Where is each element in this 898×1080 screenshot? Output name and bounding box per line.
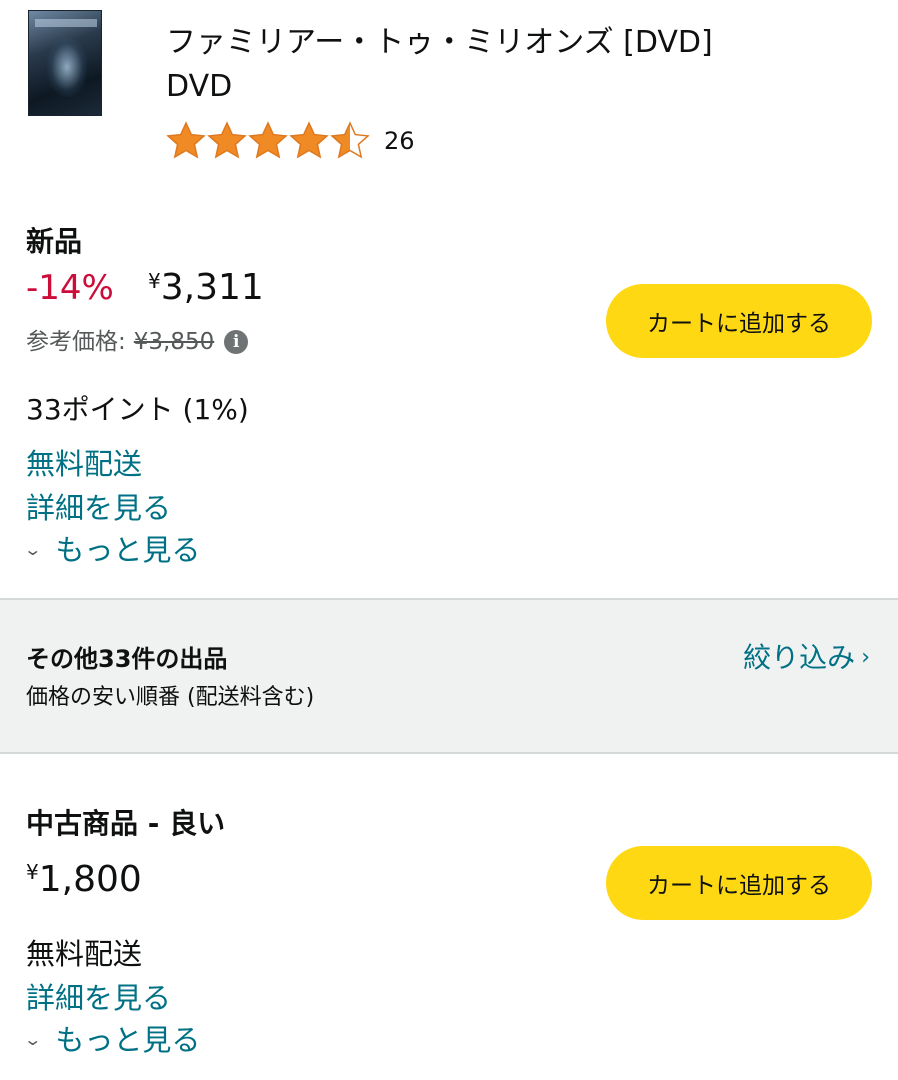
product-format: DVD bbox=[166, 69, 233, 104]
star-rating-icon bbox=[167, 122, 369, 158]
other-offers-subtitle: 価格の安い順番 (配送料含む) bbox=[26, 685, 315, 710]
used-details-link[interactable]: 詳細を見る bbox=[26, 978, 171, 1018]
thumbnail-figure bbox=[47, 37, 87, 97]
half-star-icon bbox=[331, 122, 369, 158]
used-price: ¥1,800 bbox=[26, 856, 142, 904]
thumbnail-band bbox=[35, 19, 97, 27]
chevron-down-icon: ⌄ bbox=[23, 1030, 43, 1049]
used-more-toggle[interactable]: ⌄ もっと見る bbox=[23, 1020, 201, 1060]
more-toggle[interactable]: ⌄ もっと見る bbox=[23, 530, 201, 570]
price-amount: 3,311 bbox=[160, 267, 264, 308]
star-icon bbox=[208, 122, 246, 158]
new-price: ¥3,311 bbox=[148, 266, 264, 310]
other-offers-title: その他33件の出品 bbox=[26, 645, 228, 673]
list-price-label: 参考価格: bbox=[26, 329, 126, 355]
used-offer-heading: 中古商品 - 良い bbox=[26, 807, 226, 840]
list-price-value: ¥3,850 bbox=[133, 329, 215, 355]
list-price: 参考価格: ¥3,850 i bbox=[26, 326, 249, 358]
filter-link[interactable]: 絞り込み › bbox=[743, 638, 870, 678]
other-offers-panel[interactable]: その他33件の出品 価格の安い順番 (配送料含む) 絞り込み › bbox=[0, 598, 898, 754]
price-amount: 1,800 bbox=[38, 859, 142, 900]
product-thumbnail[interactable] bbox=[28, 10, 102, 116]
star-icon bbox=[290, 122, 328, 158]
star-icon bbox=[249, 122, 287, 158]
more-label: もっと見る bbox=[55, 1023, 201, 1057]
points-text: 33ポイント (1%) bbox=[26, 393, 249, 426]
info-icon[interactable]: i bbox=[224, 330, 249, 354]
star-rating[interactable] bbox=[166, 120, 374, 162]
star-icon bbox=[167, 122, 205, 158]
product-title[interactable]: ファミリアー・トゥ・ミリオンズ [DVD] bbox=[166, 22, 866, 64]
add-to-cart-button-used[interactable]: カートに追加する bbox=[606, 846, 872, 920]
chevron-down-icon: ⌄ bbox=[23, 540, 43, 559]
filter-label: 絞り込み bbox=[743, 641, 856, 674]
discount-percent: -14% bbox=[26, 268, 114, 308]
used-shipping-text: 無料配送 bbox=[26, 937, 143, 971]
new-offer-heading: 新品 bbox=[26, 225, 83, 258]
details-link[interactable]: 詳細を見る bbox=[26, 488, 171, 528]
add-to-cart-button[interactable]: カートに追加する bbox=[606, 284, 872, 358]
currency-symbol: ¥ bbox=[26, 860, 39, 884]
rating-count[interactable]: 26 bbox=[384, 122, 415, 160]
more-label: もっと見る bbox=[55, 533, 201, 567]
product-summary: ファミリアー・トゥ・ミリオンズ [DVD] DVD 26 bbox=[0, 0, 898, 200]
chevron-right-icon: › bbox=[861, 645, 870, 670]
shipping-link[interactable]: 無料配送 bbox=[26, 444, 142, 484]
currency-symbol: ¥ bbox=[148, 269, 161, 293]
